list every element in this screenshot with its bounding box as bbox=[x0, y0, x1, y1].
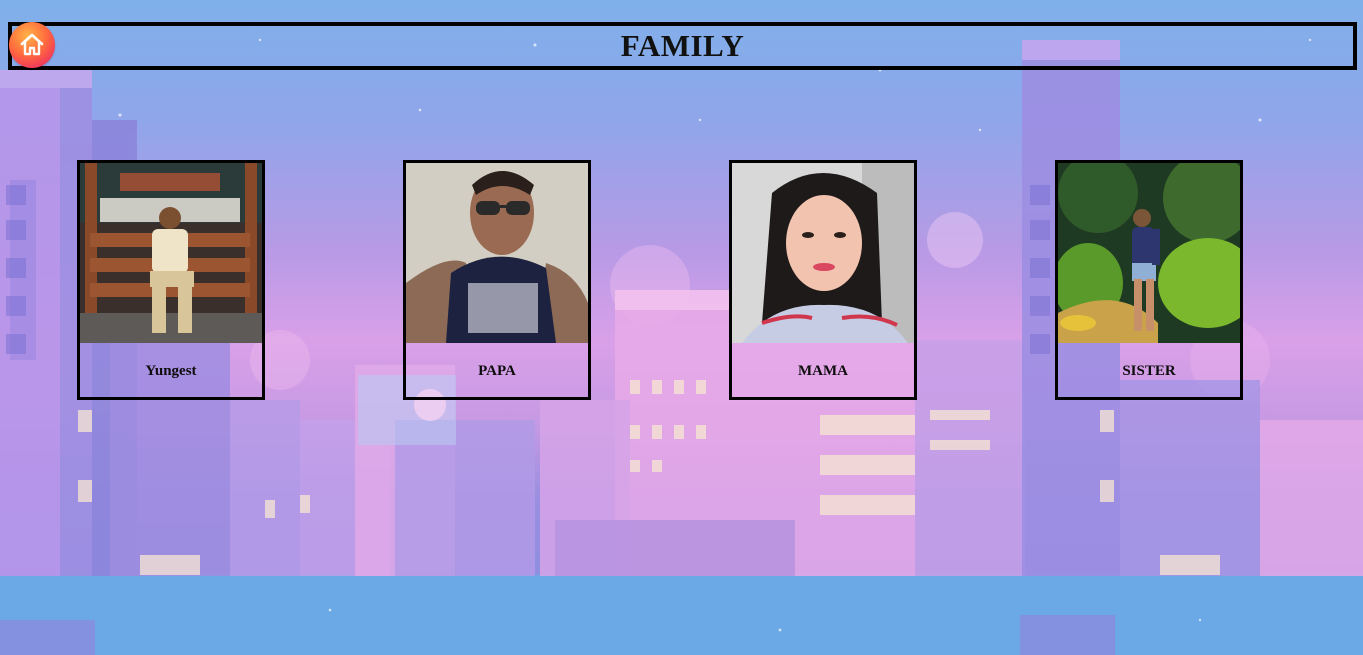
family-card-mama[interactable]: MAMA bbox=[729, 160, 917, 400]
member-name-label: MAMA bbox=[798, 362, 848, 379]
woman-portrait-photo bbox=[732, 163, 914, 343]
member-name-label: SISTER bbox=[1122, 362, 1176, 379]
woman-in-garden-photo bbox=[1058, 163, 1240, 343]
member-name-label: Yungest bbox=[145, 362, 197, 379]
young-man-sitting-on-bench-photo bbox=[80, 163, 262, 343]
home-icon bbox=[20, 33, 44, 56]
family-card-sister[interactable]: SISTER bbox=[1055, 160, 1243, 400]
title-bar: FAMILY bbox=[8, 22, 1357, 70]
page-title: FAMILY bbox=[620, 28, 745, 63]
member-name-label: PAPA bbox=[478, 362, 516, 379]
family-card-papa[interactable]: PAPA bbox=[403, 160, 591, 400]
home-button[interactable] bbox=[9, 22, 55, 68]
man-in-sunglasses-selfie-photo bbox=[406, 163, 588, 343]
family-card-yungest[interactable]: Yungest bbox=[77, 160, 265, 400]
